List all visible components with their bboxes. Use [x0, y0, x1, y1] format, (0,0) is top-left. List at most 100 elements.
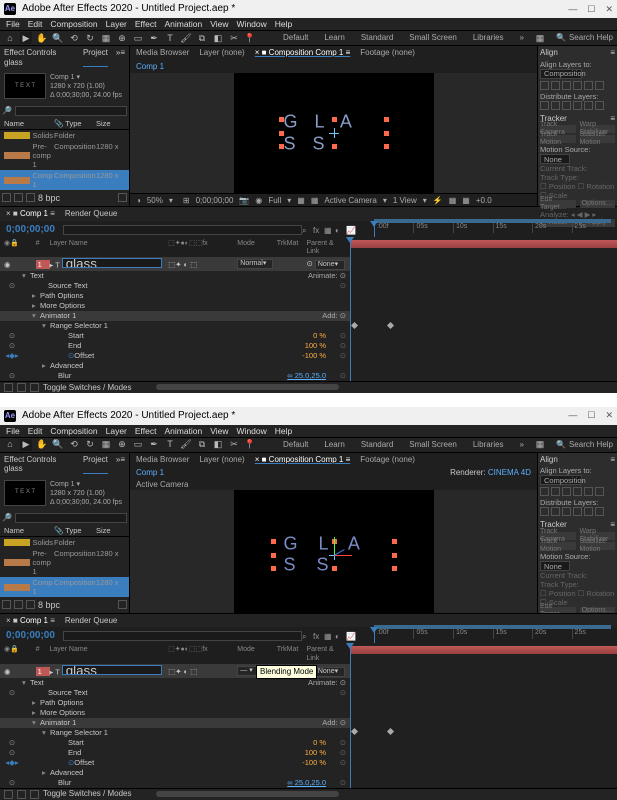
pen-tool[interactable]: ✒ — [148, 32, 160, 44]
menu-window[interactable]: Window — [237, 19, 267, 29]
track-motion-button[interactable]: Track Motion — [540, 542, 576, 550]
layer-duration-bar[interactable] — [350, 240, 617, 248]
snapshot-icon[interactable]: 📷 — [239, 196, 249, 206]
menu-animation[interactable]: Animation — [164, 19, 202, 29]
shy-icon[interactable]: ⌕ — [302, 226, 310, 234]
prop-animator1[interactable]: Animator 1 — [40, 311, 76, 320]
titlebar[interactable]: Ae Adobe After Effects 2020 - Untitled P… — [0, 407, 617, 425]
fast-preview-icon[interactable]: ⚡ — [433, 196, 443, 206]
workspace-overflow[interactable]: » — [514, 33, 530, 43]
minimize-button[interactable]: — — [568, 410, 577, 421]
shape-tool[interactable]: ▭ — [132, 439, 144, 451]
delete-button[interactable] — [118, 600, 127, 609]
close-button[interactable]: ✕ — [605, 4, 613, 15]
search-icon[interactable]: 🔎 — [2, 106, 12, 116]
panel-menu-icon[interactable]: ≡ — [610, 48, 615, 58]
workspace-menu-icon[interactable]: ▦ — [534, 32, 546, 44]
channel-icon[interactable]: ◉ — [255, 196, 262, 206]
delete-button[interactable] — [118, 193, 127, 202]
workspace-standard[interactable]: Standard — [355, 33, 399, 43]
workspace-learn[interactable]: Learn — [318, 440, 350, 450]
playhead[interactable] — [374, 629, 375, 643]
timeline-graph[interactable] — [350, 239, 617, 381]
visibility-toggle[interactable]: ◉ — [4, 667, 36, 676]
track-motion-button[interactable]: Track Motion — [540, 135, 576, 143]
align-right-icon[interactable] — [562, 81, 571, 90]
prop-start[interactable]: Start — [68, 331, 84, 340]
timeline-graph[interactable] — [350, 645, 617, 787]
twirl-icon[interactable]: ▾ — [22, 271, 30, 280]
footer-button[interactable] — [4, 383, 13, 392]
value-start[interactable]: 0 % — [313, 331, 326, 340]
layer-duration-bar[interactable] — [350, 646, 617, 654]
twirl-icon[interactable]: ▸ — [32, 291, 40, 300]
comp-viewer[interactable]: G L A S S — [130, 490, 537, 620]
roto-tool[interactable]: ✂ — [228, 32, 240, 44]
menu-composition[interactable]: Composition — [50, 426, 97, 436]
align-left-icon[interactable] — [540, 81, 549, 90]
animate-button[interactable]: Animate: ⊙ — [308, 271, 346, 280]
tab-footage[interactable]: Footage (none) — [360, 48, 415, 58]
motion-source-dropdown[interactable]: None — [540, 561, 570, 571]
tab-render-queue[interactable]: Render Queue — [65, 616, 117, 626]
menu-layer[interactable]: Layer — [106, 426, 127, 436]
transparency-icon[interactable]: ▦ — [311, 196, 319, 206]
menu-help[interactable]: Help — [275, 19, 292, 29]
clone-tool[interactable]: ⧉ — [196, 32, 208, 44]
comp-canvas[interactable]: G L A S S — [234, 490, 434, 620]
graph-editor-icon[interactable]: 📈 — [346, 226, 354, 234]
twirl-icon[interactable]: ▸ — [32, 301, 40, 310]
project-item-solids[interactable]: Solids Folder — [0, 537, 129, 548]
tab-media-browser[interactable]: Media Browser — [136, 455, 189, 465]
interpret-button[interactable] — [2, 600, 11, 609]
frame-blend-icon[interactable]: ▦ — [324, 226, 332, 234]
menu-view[interactable]: View — [210, 19, 228, 29]
fx-icon[interactable]: fx — [313, 226, 321, 234]
tab-layer[interactable]: Layer (none) — [199, 455, 244, 465]
puppet-tool[interactable]: 📍 — [244, 32, 256, 44]
titlebar[interactable]: Ae Adobe After Effects 2020 - Untitled P… — [0, 0, 617, 18]
tab-effect-controls[interactable]: Effect Controls glass — [4, 455, 75, 474]
value-offset[interactable]: -100 % — [302, 351, 326, 360]
tab-composition[interactable]: × ■ Composition Comp 1 ≡ — [255, 455, 351, 465]
add-button[interactable]: Add: ⊙ — [322, 311, 346, 320]
selection-tool[interactable]: ▶ — [20, 32, 32, 44]
tab-effect-controls[interactable]: Effect Controls glass — [4, 48, 75, 67]
view-count-dropdown[interactable]: 1 View — [393, 196, 417, 206]
workspace-default[interactable]: Default — [277, 33, 314, 43]
home-button[interactable]: ⌂ — [4, 439, 16, 451]
twirl-icon[interactable]: ▾ — [42, 321, 50, 330]
tab-project[interactable]: Project — [83, 455, 108, 474]
camera-tool[interactable]: ▦ — [100, 439, 112, 451]
align-vcenter-icon[interactable] — [584, 81, 593, 90]
graph-editor-icon[interactable]: 📈 — [346, 632, 354, 640]
toggle-switches-button[interactable]: Toggle Switches / Modes — [43, 383, 132, 393]
shape-tool[interactable]: ▭ — [132, 32, 144, 44]
menu-edit[interactable]: Edit — [28, 19, 43, 29]
prop-source-text[interactable]: Source Text — [48, 281, 87, 290]
project-search-input[interactable] — [15, 106, 127, 116]
workspace-learn[interactable]: Learn — [318, 33, 350, 43]
prop-path-options[interactable]: Path Options — [40, 291, 83, 300]
menu-composition[interactable]: Composition — [50, 19, 97, 29]
tab-comp1-timeline[interactable]: × ■ Comp 1 ≡ — [6, 616, 55, 626]
new-comp-button[interactable] — [26, 600, 35, 609]
home-button[interactable]: ⌂ — [4, 32, 16, 44]
keyframe-icon[interactable] — [351, 322, 358, 329]
value-blur[interactable]: ∞ 25.0,25.0 — [287, 371, 326, 380]
type-tool[interactable]: T — [164, 32, 176, 44]
menu-view[interactable]: View — [210, 426, 228, 436]
stabilize-motion-button[interactable]: Stabilize Motion — [580, 542, 616, 550]
new-folder-button[interactable] — [14, 600, 23, 609]
project-item-solids[interactable]: Solids Folder — [0, 130, 129, 141]
stabilize-motion-button[interactable]: Stabilize Motion — [580, 135, 616, 143]
panel-menu-icon[interactable]: »≡ — [116, 455, 125, 474]
sel-comp-name[interactable]: Comp 1 ▾ — [50, 480, 122, 489]
eraser-tool[interactable]: ◧ — [212, 32, 224, 44]
maximize-button[interactable]: ☐ — [587, 410, 595, 421]
rotation-tool[interactable]: ↻ — [84, 32, 96, 44]
3d-icon[interactable]: ▦ — [449, 196, 457, 206]
parent-dropdown[interactable]: None▾ — [315, 260, 345, 270]
comp-viewer[interactable]: G L A S S — [130, 73, 537, 193]
prop-blur[interactable]: Blur — [58, 371, 71, 380]
